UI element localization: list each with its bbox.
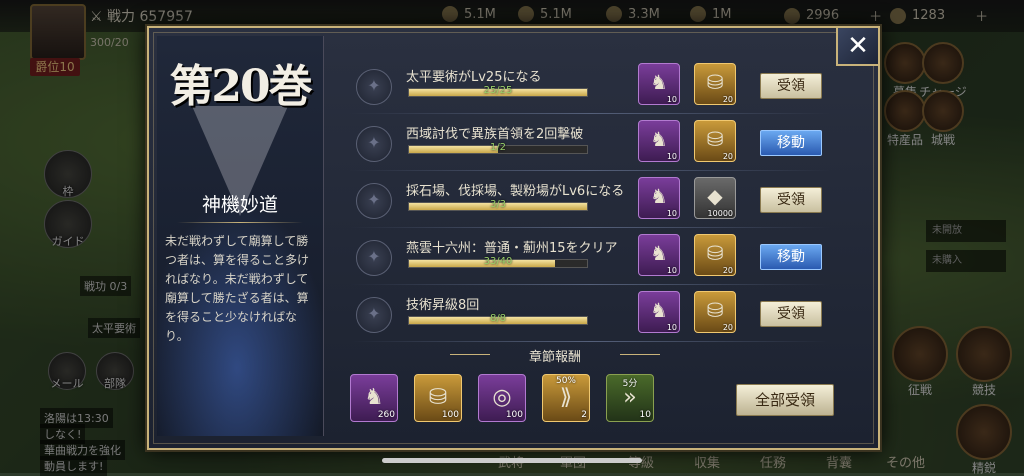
chapter-title: 第20巻 (169, 61, 312, 112)
chapter-reward-item[interactable]: 50% ⟫ 2 (542, 374, 590, 422)
row-divider (350, 341, 830, 342)
reward-count: 20 (722, 152, 733, 161)
quest-row: 燕雲十六州：普通・薊州15をクリア33/40 ♞10 ⛁20 移動 (350, 229, 830, 285)
bronze-beast-icon: ♞ (364, 385, 384, 410)
quest-row: 技術昇級8回 8/8 ♞10 ⛁20 受領 (350, 286, 830, 342)
quest-medal-icon (356, 126, 392, 162)
iron-ore-icon: ◆ (707, 184, 723, 208)
chapter-reward-item[interactable]: ♞ 260 (350, 374, 398, 422)
quest-progress-bar: 8/8 (408, 313, 588, 325)
reward-count: 10 (666, 266, 677, 275)
quest-progress-bar: 3/3 (408, 199, 588, 211)
gold-ingot-icon: ⛁ (428, 385, 448, 410)
row-divider (350, 170, 830, 171)
reward-count: 100 (505, 410, 523, 420)
claim-button[interactable]: 受領 (760, 187, 822, 213)
row-divider (350, 227, 830, 228)
go-button[interactable]: 移動 (760, 130, 822, 156)
close-icon: ✕ (847, 31, 869, 61)
quest-progress-text: 8/8 (489, 313, 507, 324)
go-button[interactable]: 移動 (760, 244, 822, 270)
quest-medal-icon (356, 297, 392, 333)
reward-count: 20 (722, 95, 733, 104)
quest-progress-text: 33/40 (483, 256, 513, 267)
quest-progress-bar: 25/25 (408, 85, 588, 97)
quest-title: 太平要術がLv25になる (406, 70, 542, 85)
chapter-reward-label: 章節報酬 (450, 346, 660, 365)
quest-medal-icon (356, 69, 392, 105)
reward-count: 10000 (707, 209, 733, 218)
quest-row: 西域討伐で異族首領を2回撃破1/2 ♞10 ⛁20 移動 (350, 115, 830, 171)
claim-all-button[interactable]: 全部受領 (736, 384, 834, 416)
quest-reward-item[interactable]: ⛁ 20 (694, 291, 736, 333)
bronze-beast-icon: ♞ (650, 127, 668, 151)
reward-count: 10 (666, 209, 677, 218)
quest-title: 燕雲十六州：普通・薊州15をクリア (406, 241, 618, 256)
reward-count: 20 (722, 266, 733, 275)
quest-reward-item[interactable]: ◆ 10000 (694, 177, 736, 219)
quest-medal-icon (356, 183, 392, 219)
row-divider (350, 113, 830, 114)
quest-progress-text: 25/25 (483, 85, 513, 96)
chapter-reward-item[interactable]: 5分» 10 (606, 374, 654, 422)
reward-count: 10 (639, 410, 651, 420)
quest-row: 採石場、伐採場、製粉場がLv6になる3/3 ♞10 ◆10000 受領 (350, 172, 830, 228)
chapter-description: 未だ戦わずして廟算して勝つ者は、算を得ること多ければなり。未だ戦わずして廟算して… (165, 234, 310, 343)
reward-count: 10 (666, 95, 677, 104)
reward-count: 20 (722, 323, 733, 332)
gold-ingot-icon: ⛁ (706, 70, 724, 94)
quest-reward-item[interactable]: ♞ 10 (638, 177, 680, 219)
coin-medal-icon: ◎ (492, 385, 512, 410)
bronze-beast-icon: ♞ (650, 298, 668, 322)
quest-medal-icon (356, 240, 392, 276)
quest-title: 採石場、伐採場、製粉場がLv6になる (406, 184, 625, 199)
close-button[interactable]: ✕ (836, 28, 878, 66)
claim-button[interactable]: 受領 (760, 301, 822, 327)
bronze-beast-icon: ♞ (650, 241, 668, 265)
chapter-reward-item[interactable]: ◎ 100 (478, 374, 526, 422)
quest-reward-item[interactable]: ⛁ 20 (694, 63, 736, 105)
quest-progress-bar: 33/40 (408, 256, 588, 268)
chapter-reward-item[interactable]: ⛁ 100 (414, 374, 462, 422)
quest-reward-item[interactable]: ⛁ 20 (694, 120, 736, 162)
reward-count: 10 (666, 323, 677, 332)
chapter-panel: 第20巻 神機妙道 未だ戦わずして廟算して勝つ者は、算を得ること多ければなり。未… (157, 36, 324, 436)
gold-ingot-icon: ⛁ (706, 298, 724, 322)
gold-ingot-icon: ⛁ (706, 241, 724, 265)
quest-progress-text: 3/3 (489, 199, 507, 210)
gold-ingot-icon: ⛁ (706, 127, 724, 151)
quest-row: 太平要術がLv25になる25/25 ♞10 ⛁20 受領 (350, 58, 830, 114)
bronze-beast-icon: ♞ (650, 70, 668, 94)
row-divider (350, 284, 830, 285)
quest-title: 西域討伐で異族首領を2回撃破 (406, 127, 584, 142)
bronze-beast-icon: ♞ (650, 184, 668, 208)
reward-count: 260 (377, 410, 395, 420)
reward-count: 10 (666, 152, 677, 161)
quest-progress-bar: 1/2 (408, 142, 588, 154)
quest-reward-item[interactable]: ⛁ 20 (694, 234, 736, 276)
quest-reward-item[interactable]: ♞ 10 (638, 120, 680, 162)
chapter-name: 神機妙道 (157, 190, 323, 223)
quest-reward-item[interactable]: ♞ 10 (638, 63, 680, 105)
quest-progress-text: 1/2 (489, 142, 507, 153)
quest-reward-item[interactable]: ♞ 10 (638, 291, 680, 333)
home-indicator[interactable] (382, 458, 642, 463)
speedup-arrow-icon: » (623, 385, 637, 410)
speedup-icon: ⟫ (559, 385, 573, 410)
claim-button[interactable]: 受領 (760, 73, 822, 99)
reward-count: 100 (441, 410, 459, 420)
reward-count: 2 (581, 410, 587, 420)
quest-title: 技術昇級8回 (406, 298, 480, 313)
quest-reward-item[interactable]: ♞ 10 (638, 234, 680, 276)
